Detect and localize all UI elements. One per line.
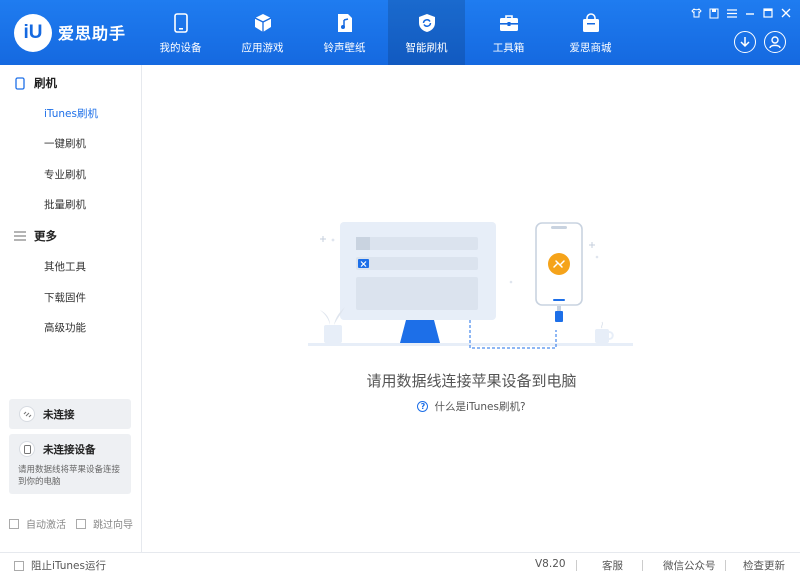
block-itunes-checkbox[interactable]: 阻止iTunes运行 bbox=[14, 558, 106, 573]
sidebar-item-batch-flash[interactable]: 批量刷机 bbox=[44, 197, 86, 212]
nav-ringtones-wallpapers[interactable]: 铃声壁纸 bbox=[306, 0, 383, 65]
connection-status-text: 未连接 bbox=[43, 408, 75, 421]
connect-device-illustration bbox=[308, 222, 633, 349]
download-arrow-icon bbox=[740, 37, 750, 48]
sidebar-item-one-click-flash[interactable]: 一键刷机 bbox=[44, 136, 86, 151]
customer-service-link[interactable]: 客服 bbox=[602, 558, 623, 573]
minimize-icon[interactable] bbox=[744, 7, 756, 19]
phone-icon bbox=[170, 12, 192, 34]
sidebar-item-other-tools[interactable]: 其他工具 bbox=[44, 259, 86, 274]
cube-icon bbox=[252, 12, 274, 34]
toolbox-icon bbox=[498, 12, 520, 34]
device-status-row: 未连接设备 bbox=[9, 434, 131, 464]
device-status-card: 未连接设备 请用数据线将苹果设备连接到你的电脑 bbox=[9, 434, 131, 494]
nav-my-device[interactable]: 我的设备 bbox=[142, 0, 219, 65]
nav-store[interactable]: 爱思商城 bbox=[552, 0, 629, 65]
nav-label: 智能刷机 bbox=[405, 42, 448, 54]
user-icon bbox=[769, 35, 781, 48]
device-status-text: 未连接设备 bbox=[43, 443, 96, 456]
device-status-hint: 请用数据线将苹果设备连接到你的电脑 bbox=[18, 465, 121, 487]
sidebar-section-more: 更多 bbox=[14, 228, 57, 244]
main-nav: 我的设备 应用游戏 铃声壁纸 智能刷机 工具箱 爱思商城 bbox=[142, 0, 634, 65]
sidebar-item-pro-flash[interactable]: 专业刷机 bbox=[44, 167, 86, 182]
wechat-link[interactable]: 微信公众号 bbox=[663, 558, 716, 573]
menu-icon[interactable] bbox=[726, 7, 738, 19]
auto-activate-checkbox[interactable]: 自动激活 bbox=[9, 516, 66, 531]
sidebar: 刷机 iTunes刷机 一键刷机 专业刷机 批量刷机 更多 其他工具 下载固件 … bbox=[0, 65, 142, 552]
divider bbox=[725, 560, 726, 571]
note-icon[interactable] bbox=[708, 7, 720, 19]
top-bar: iU 爱思助手 我的设备 应用游戏 铃声壁纸 智能刷机 工具箱 爱思商城 bbox=[0, 0, 800, 65]
nav-label: 应用游戏 bbox=[241, 42, 284, 54]
nav-label: 工具箱 bbox=[492, 42, 525, 54]
shirt-icon[interactable] bbox=[690, 7, 702, 19]
checkbox-box bbox=[76, 518, 86, 529]
connect-device-message: 请用数据线连接苹果设备到电脑 bbox=[366, 372, 577, 390]
section-title: 刷机 bbox=[34, 76, 57, 90]
maximize-icon[interactable] bbox=[762, 7, 774, 19]
itunes-flash-help-link[interactable]: ? 什么是iTunes刷机? bbox=[143, 399, 800, 414]
nav-smart-flash[interactable]: 智能刷机 bbox=[388, 0, 465, 65]
refresh-shield-icon bbox=[416, 12, 438, 34]
nav-label: 我的设备 bbox=[159, 42, 202, 54]
download-button[interactable] bbox=[734, 31, 756, 53]
checkbox-label: 跳过向导 bbox=[93, 520, 133, 531]
checkbox-label: 自动激活 bbox=[26, 520, 66, 531]
nav-toolbox[interactable]: 工具箱 bbox=[470, 0, 547, 65]
user-account-button[interactable] bbox=[764, 31, 786, 53]
unlink-icon bbox=[19, 406, 35, 422]
window-controls bbox=[690, 7, 792, 19]
sidebar-item-itunes-flash[interactable]: iTunes刷机 bbox=[44, 106, 98, 121]
section-title: 更多 bbox=[34, 229, 57, 243]
nav-label: 爱思商城 bbox=[569, 42, 612, 54]
shopping-bag-icon bbox=[580, 12, 602, 34]
divider bbox=[642, 560, 643, 571]
question-icon: ? bbox=[417, 401, 429, 412]
sidebar-item-advanced[interactable]: 高级功能 bbox=[44, 320, 86, 335]
nav-apps-games[interactable]: 应用游戏 bbox=[224, 0, 301, 65]
phone-outline-icon bbox=[14, 76, 26, 90]
music-file-icon bbox=[334, 12, 356, 34]
status-bar: 阻止iTunes运行 V8.20 客服 微信公众号 检查更新 bbox=[0, 552, 800, 576]
nav-label: 铃声壁纸 bbox=[323, 42, 366, 54]
skip-guide-checkbox[interactable]: 跳过向导 bbox=[76, 516, 133, 531]
checkbox-label: 阻止iTunes运行 bbox=[31, 560, 106, 572]
app-logo-icon: iU bbox=[14, 14, 52, 52]
check-update-link[interactable]: 检查更新 bbox=[743, 558, 785, 573]
connection-status-row: 未连接 bbox=[9, 399, 131, 429]
device-icon bbox=[19, 441, 35, 457]
checkbox-box bbox=[9, 518, 19, 529]
version-label: V8.20 bbox=[535, 558, 566, 570]
divider bbox=[576, 560, 577, 571]
sidebar-section-flash: 刷机 bbox=[14, 75, 57, 91]
checkbox-box bbox=[14, 560, 24, 571]
close-icon[interactable] bbox=[780, 7, 792, 19]
help-link-text[interactable]: 什么是iTunes刷机? bbox=[434, 399, 525, 414]
sidebar-item-download-firmware[interactable]: 下载固件 bbox=[44, 290, 86, 305]
main-content: 请用数据线连接苹果设备到电脑 ? 什么是iTunes刷机? bbox=[143, 65, 800, 552]
app-title: 爱思助手 bbox=[58, 24, 127, 43]
connection-status-card: 未连接 bbox=[9, 399, 131, 429]
list-icon bbox=[14, 230, 26, 242]
